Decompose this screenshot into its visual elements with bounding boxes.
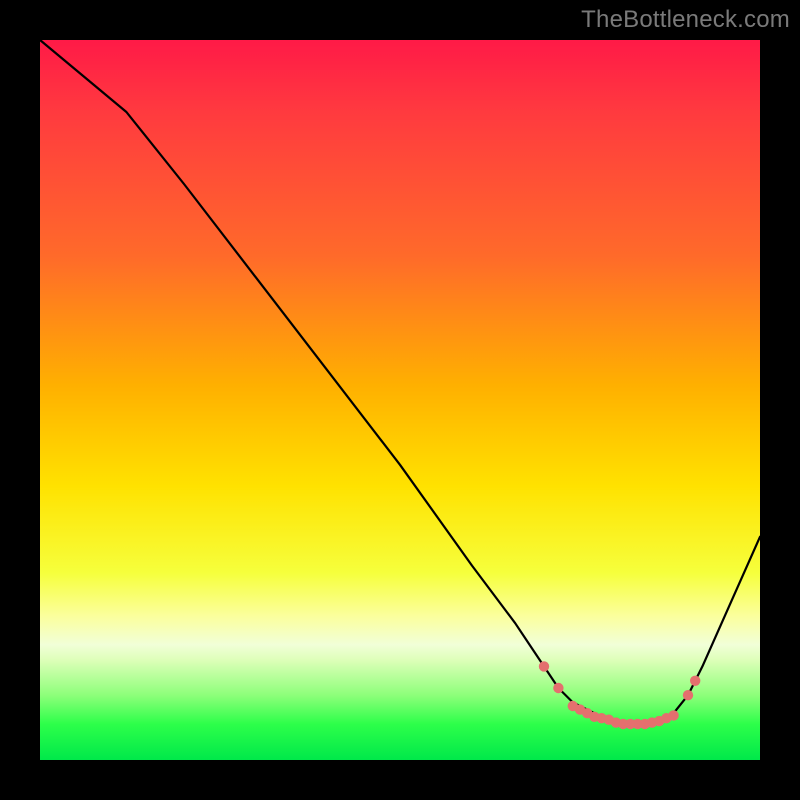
plot-area [40, 40, 760, 760]
marker-point [539, 661, 549, 671]
marker-point [690, 676, 700, 686]
chart-frame: TheBottleneck.com [0, 0, 800, 800]
marker-point [553, 683, 563, 693]
watermark-text: TheBottleneck.com [581, 6, 790, 34]
chart-svg [40, 40, 760, 760]
series-curve [40, 40, 760, 724]
marker-point [683, 690, 693, 700]
marker-group [539, 661, 701, 729]
marker-point [668, 710, 678, 720]
